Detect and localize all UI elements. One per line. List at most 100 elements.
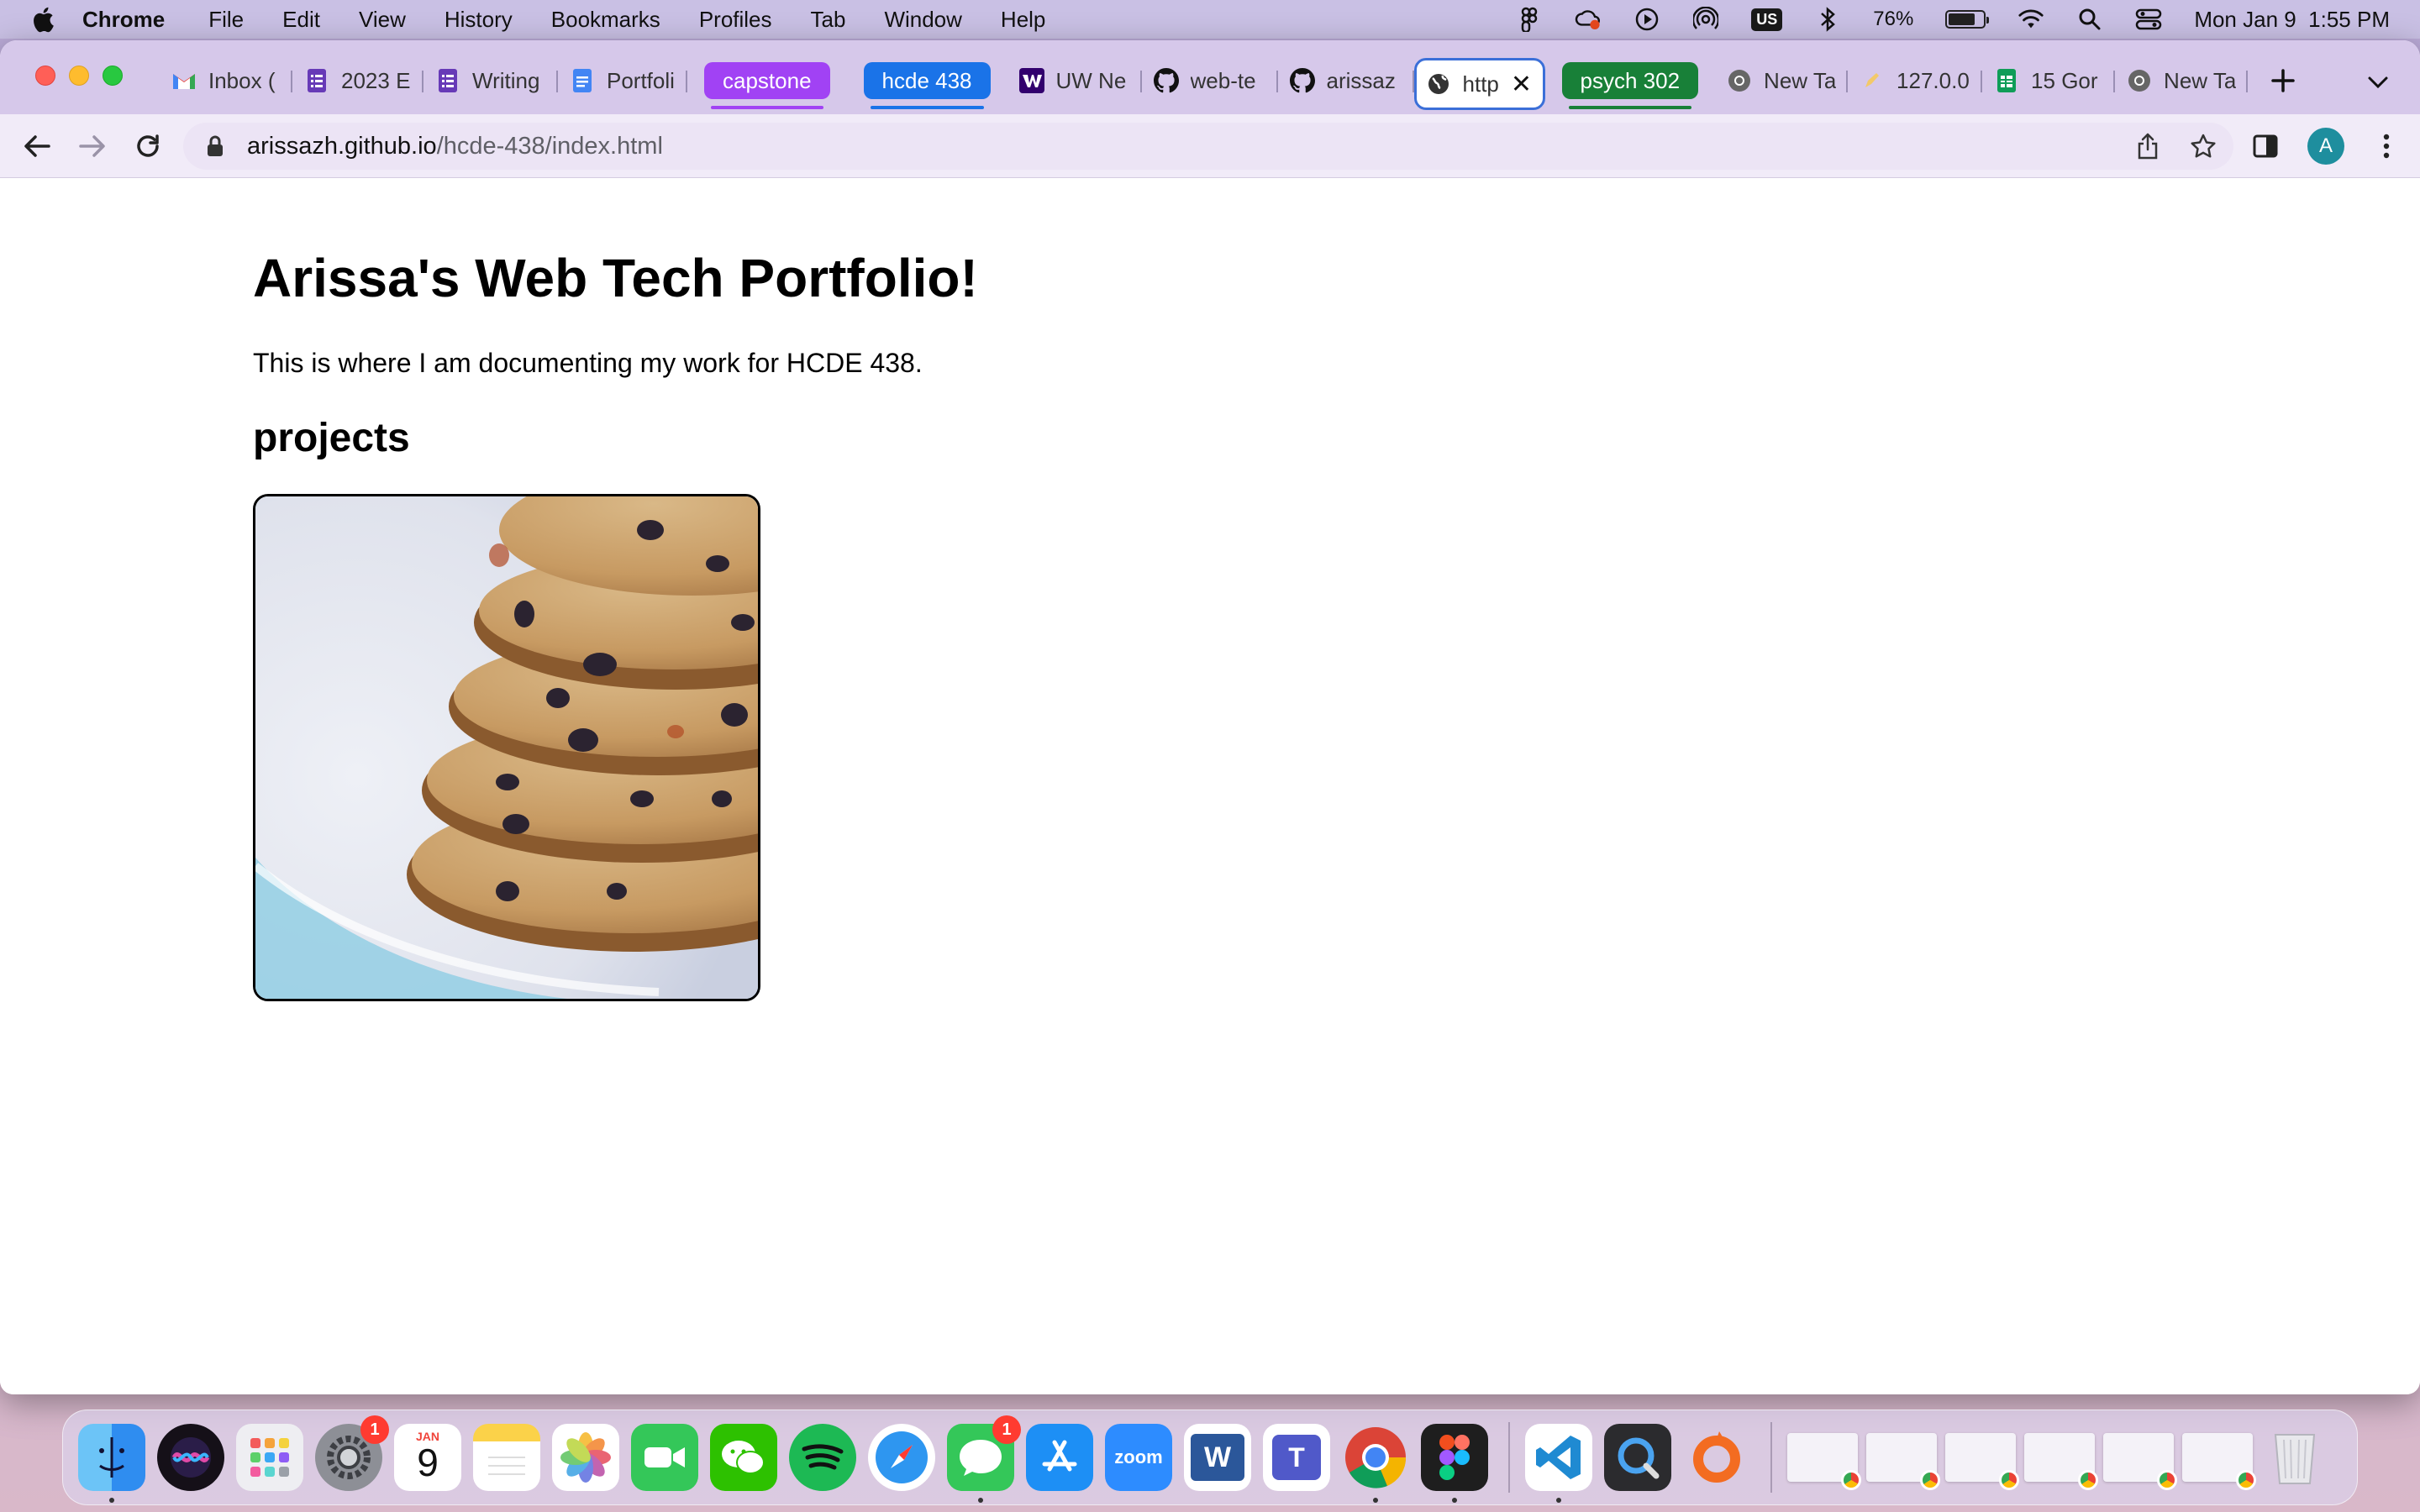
bookmark-star-icon[interactable] (2188, 131, 2218, 161)
dock-notes[interactable] (473, 1424, 540, 1491)
more-menu-icon[interactable] (2370, 129, 2403, 163)
projects-heading: projects (253, 416, 410, 460)
airdrop-icon[interactable] (1692, 6, 1719, 33)
teams-label: T (1288, 1441, 1305, 1473)
close-tab-icon[interactable]: ✕ (1511, 70, 1532, 99)
apple-menu-icon[interactable] (30, 5, 59, 34)
creative-cloud-icon[interactable] (1575, 6, 1602, 33)
tab-sheets[interactable]: 15 Gor (1982, 57, 2116, 104)
running-indicator (1373, 1498, 1378, 1503)
tab-gmail[interactable]: Inbox ( (160, 57, 292, 104)
dock-word[interactable]: W (1184, 1424, 1251, 1491)
dock-zoom[interactable]: zoom (1105, 1424, 1172, 1491)
tab-new-tab-2[interactable]: New Ta (2115, 57, 2249, 104)
chrome-icon (2157, 1470, 2177, 1490)
tab-github-web-tech[interactable]: web-te (1142, 57, 1278, 104)
battery-icon[interactable] (1945, 10, 1990, 29)
address-bar[interactable]: arissazh.github.io/hcde-438/index.html (183, 123, 2233, 170)
keyboard-layout-badge[interactable]: US (1751, 8, 1783, 31)
dock-photos[interactable] (552, 1424, 619, 1491)
reload-button[interactable] (124, 123, 171, 170)
dock-chrome[interactable] (1342, 1424, 1409, 1503)
bluetooth-icon[interactable] (1814, 6, 1841, 33)
fullscreen-window-button[interactable] (103, 66, 123, 86)
menu-history[interactable]: History (445, 7, 513, 33)
dock-calendar[interactable]: JAN 9 (394, 1424, 461, 1491)
chevron-down-icon (2368, 76, 2388, 89)
menu-app-name[interactable]: Chrome (82, 7, 165, 33)
dock-origin[interactable] (1683, 1424, 1750, 1491)
word-label: W (1203, 1441, 1232, 1473)
minimized-window-thumbnail[interactable] (1787, 1433, 1861, 1490)
calendar-day: 9 (417, 1441, 439, 1484)
dock-finder[interactable] (78, 1424, 145, 1503)
new-tab-button[interactable] (2260, 57, 2307, 104)
cookie-project-image[interactable] (253, 494, 760, 1001)
tab-search-button[interactable] (2361, 66, 2395, 99)
share-icon[interactable] (2133, 131, 2163, 161)
tab-title: Inbox ( (208, 67, 276, 93)
menu-window[interactable]: Window (884, 7, 961, 33)
chrome-icon (2236, 1470, 2256, 1490)
wifi-icon[interactable] (2018, 6, 2044, 33)
arrow-left-icon (24, 134, 50, 157)
dock-figma[interactable] (1421, 1424, 1488, 1503)
status-area: US 76% Mon Jan 9 1:55 PM (1516, 0, 2390, 39)
tab-uw-news[interactable]: UW Ne (1007, 57, 1142, 104)
minimized-window-thumbnail[interactable] (2182, 1433, 2256, 1490)
tab-new-tab-1[interactable]: New Ta (1715, 57, 1849, 104)
menu-tab[interactable]: Tab (811, 7, 846, 33)
profile-avatar[interactable]: A (2307, 128, 2344, 165)
running-indicator (1452, 1498, 1457, 1503)
dock: 1 JAN 9 1 zoom W T (62, 1410, 2358, 1505)
forward-button[interactable] (69, 123, 116, 170)
dock-launchpad[interactable] (236, 1424, 303, 1491)
menu-file[interactable]: File (208, 7, 244, 33)
dock-siri[interactable] (157, 1424, 224, 1491)
dock-wechat[interactable] (710, 1424, 777, 1491)
menu-profiles[interactable]: Profiles (699, 7, 772, 33)
tab-forms-writing[interactable]: Writing (424, 57, 558, 104)
dock-safari[interactable] (868, 1424, 935, 1491)
browser-window: Inbox ( 2023 E Writing Portfoli capstone… (0, 40, 2420, 1394)
window-controls (35, 66, 123, 86)
tab-group-capstone[interactable]: capstone (704, 62, 830, 109)
minimized-window-thumbnail[interactable] (2024, 1433, 2098, 1490)
spotlight-search-icon[interactable] (2076, 6, 2103, 33)
finder-icon (99, 1437, 124, 1478)
minimized-window-thumbnail[interactable] (1866, 1433, 1940, 1490)
menu-help[interactable]: Help (1001, 7, 1045, 33)
docs-icon (570, 68, 595, 93)
tab-group-hcde-438[interactable]: hcde 438 (863, 62, 991, 109)
figma-status-icon[interactable] (1516, 6, 1543, 33)
dock-system-settings[interactable]: 1 (315, 1415, 389, 1491)
control-center-icon[interactable] (2135, 6, 2162, 33)
tab-group-psych-302[interactable]: psych 302 (1561, 62, 1699, 109)
menu-view[interactable]: View (359, 7, 406, 33)
minimized-window-thumbnail[interactable] (1945, 1433, 2019, 1490)
tab-docs-portfolio[interactable]: Portfoli (558, 57, 687, 104)
menu-bookmarks[interactable]: Bookmarks (551, 7, 660, 33)
dock-facetime[interactable] (631, 1424, 698, 1491)
play-status-icon[interactable] (1634, 6, 1660, 33)
dock-vscode[interactable] (1525, 1424, 1592, 1503)
tab-active-portfolio[interactable]: http ✕ (1413, 58, 1545, 110)
dock-trash[interactable] (2261, 1424, 2328, 1491)
minimize-window-button[interactable] (69, 66, 89, 86)
back-button[interactable] (13, 123, 60, 170)
tab-github-arissaz[interactable]: arissaz (1278, 57, 1414, 104)
tab-forms-2023[interactable]: 2023 E (292, 57, 424, 104)
dock-quicktime[interactable] (1604, 1424, 1671, 1491)
minimized-window-thumbnail[interactable] (2103, 1433, 2177, 1490)
lock-icon[interactable] (203, 134, 227, 158)
dock-spotify[interactable] (789, 1424, 856, 1491)
dock-app-store[interactable] (1026, 1424, 1093, 1491)
menu-edit[interactable]: Edit (282, 7, 320, 33)
menubar-clock[interactable]: Mon Jan 9 1:55 PM (2194, 7, 2390, 33)
tab-localhost[interactable]: 127.0.0 (1848, 57, 1983, 104)
dock-messages[interactable]: 1 (947, 1415, 1021, 1503)
side-panel-icon[interactable] (2249, 129, 2282, 163)
dock-teams[interactable]: T (1263, 1424, 1330, 1491)
close-window-button[interactable] (35, 66, 55, 86)
compass-icon (876, 1431, 928, 1483)
